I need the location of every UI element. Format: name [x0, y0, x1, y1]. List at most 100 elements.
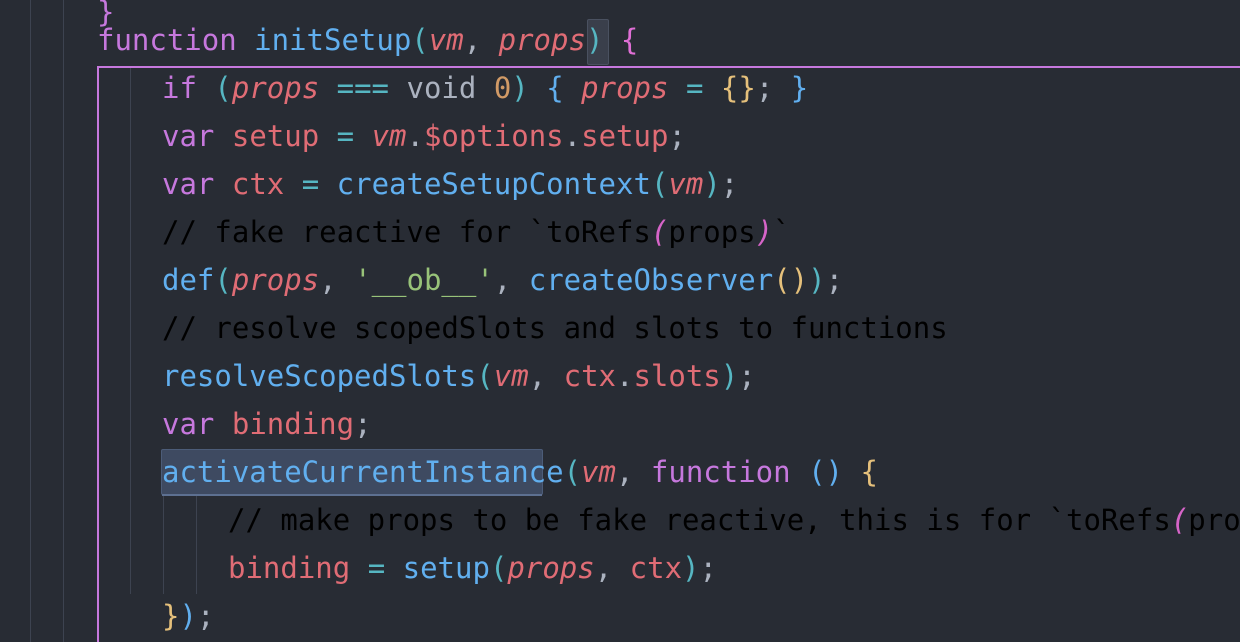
- code-line[interactable]: def(props, '__ob__', createObserver());: [162, 256, 843, 304]
- code-line[interactable]: if (props === void 0) { props = {}; }: [162, 64, 808, 112]
- token-brace: {: [720, 71, 739, 105]
- indent-guide-6: [196, 494, 197, 594]
- token-kw: if: [162, 71, 197, 105]
- token-paren: ): [825, 455, 843, 489]
- code-line[interactable]: // make props to be fake reactive, this …: [228, 496, 1240, 544]
- token-param: props: [507, 551, 595, 585]
- code-line[interactable]: });: [162, 592, 214, 640]
- comment-paren: ): [755, 215, 774, 249]
- code-line[interactable]: var binding;: [162, 400, 372, 448]
- token-brace: }: [790, 71, 809, 105]
- token-param: vm: [428, 23, 464, 57]
- token-var: setup: [581, 119, 669, 153]
- token-var: binding: [231, 407, 355, 441]
- token-punctuation: ;: [755, 71, 774, 105]
- token-kw: var: [162, 407, 215, 441]
- active-indent-guide: [97, 66, 99, 642]
- code-editor[interactable]: } function initSetup(vm, props) {if (prop…: [0, 0, 1240, 642]
- token-paren: (: [489, 551, 508, 585]
- token-paren: ): [790, 263, 809, 297]
- token-punctuation: ;: [196, 599, 215, 633]
- token-punctuation: ,: [493, 263, 512, 297]
- token-paren: (: [214, 263, 232, 297]
- token-punctuation: ;: [825, 263, 844, 297]
- token-paren: (: [563, 455, 582, 489]
- indent-guide-4: [130, 66, 131, 594]
- code-line[interactable]: resolveScopedSlots(vm, ctx.slots);: [162, 352, 756, 400]
- token-number: 0: [493, 71, 512, 105]
- token-kw: var: [162, 167, 215, 201]
- token-param: vm: [493, 359, 529, 393]
- token-paren: ): [682, 551, 700, 585]
- token-punctuation: ,: [463, 23, 482, 57]
- token-punctuation: .: [563, 119, 582, 153]
- token-param: props: [498, 23, 586, 57]
- token-operator: =: [685, 71, 704, 105]
- token-param: props: [581, 71, 669, 105]
- token-param: vm: [668, 167, 704, 201]
- token-brace: }: [738, 71, 756, 105]
- indent-guide-5: [163, 494, 164, 594]
- token-brace: {: [546, 71, 564, 105]
- token-paren: ): [703, 167, 721, 201]
- code-line[interactable]: binding = setup(props, ctx);: [228, 544, 717, 592]
- token-brace: }: [162, 599, 180, 633]
- token-param: props: [231, 263, 320, 297]
- token-punctuation: ,: [528, 359, 547, 393]
- token-kw: function: [97, 23, 237, 57]
- code-line[interactable]: function initSetup(vm, props) {: [97, 16, 638, 64]
- token-brace: {: [860, 455, 878, 489]
- indent-guide-1: [30, 0, 31, 642]
- token-fn: activateCurrentInstance: [162, 455, 564, 489]
- token-brace: {: [620, 23, 639, 57]
- token-var: slots: [633, 359, 721, 393]
- token-paren: ): [585, 23, 604, 57]
- token-paren: ): [808, 263, 826, 297]
- token-paren: (: [650, 167, 669, 201]
- token-var: setup: [231, 119, 320, 153]
- code-line[interactable]: activateCurrentInstance(vm, function () …: [162, 448, 878, 496]
- token-param: vm: [581, 455, 616, 489]
- token-fn: createSetupContext: [336, 167, 651, 201]
- token-paren: ): [511, 71, 529, 105]
- code-line[interactable]: // fake reactive for `toRefs(props)`: [162, 208, 791, 256]
- token-punctuation: ;: [354, 407, 372, 441]
- token-operator: =: [336, 119, 355, 153]
- token-punctuation: ,: [615, 455, 634, 489]
- token-var: ctx: [231, 167, 285, 201]
- token-punctuation: ;: [720, 167, 739, 201]
- token-fn: resolveScopedSlots: [162, 359, 477, 393]
- token-plain: void: [406, 71, 477, 105]
- token-operator: =: [367, 551, 386, 585]
- token-var: binding: [228, 551, 351, 585]
- token-punctuation: .: [616, 359, 634, 393]
- token-var: ctx: [563, 359, 616, 393]
- token-paren: ): [720, 359, 739, 393]
- code-line[interactable]: var ctx = createSetupContext(vm);: [162, 160, 738, 208]
- token-fn: setup: [402, 551, 490, 585]
- token-punctuation: ;: [699, 551, 717, 585]
- token-paren: (: [411, 23, 429, 57]
- token-punctuation: ,: [594, 551, 613, 585]
- token-kw: function: [650, 455, 791, 489]
- token-operator: ===: [336, 71, 390, 105]
- comment-paren: (: [1170, 503, 1189, 537]
- comment-paren: (: [650, 215, 669, 249]
- token-punctuation: ;: [668, 119, 686, 153]
- indent-guide-2: [63, 0, 64, 642]
- token-fn: def: [162, 263, 215, 297]
- code-line[interactable]: var setup = vm.$options.setup;: [162, 112, 686, 160]
- token-paren: (: [476, 359, 494, 393]
- token-param: props: [231, 71, 320, 105]
- token-param: vm: [371, 119, 407, 153]
- token-string: '__ob__': [354, 263, 494, 297]
- token-fn: createObserver: [528, 263, 774, 297]
- token-kw: var: [162, 119, 215, 153]
- code-line[interactable]: // resolve scopedSlots and slots to func…: [162, 304, 948, 352]
- token-fn: initSetup: [254, 23, 412, 57]
- token-punctuation: ,: [319, 263, 337, 297]
- token-var: $options: [423, 119, 564, 153]
- token-punctuation: ;: [738, 359, 756, 393]
- token-punctuation: .: [406, 119, 424, 153]
- token-paren: (: [214, 71, 232, 105]
